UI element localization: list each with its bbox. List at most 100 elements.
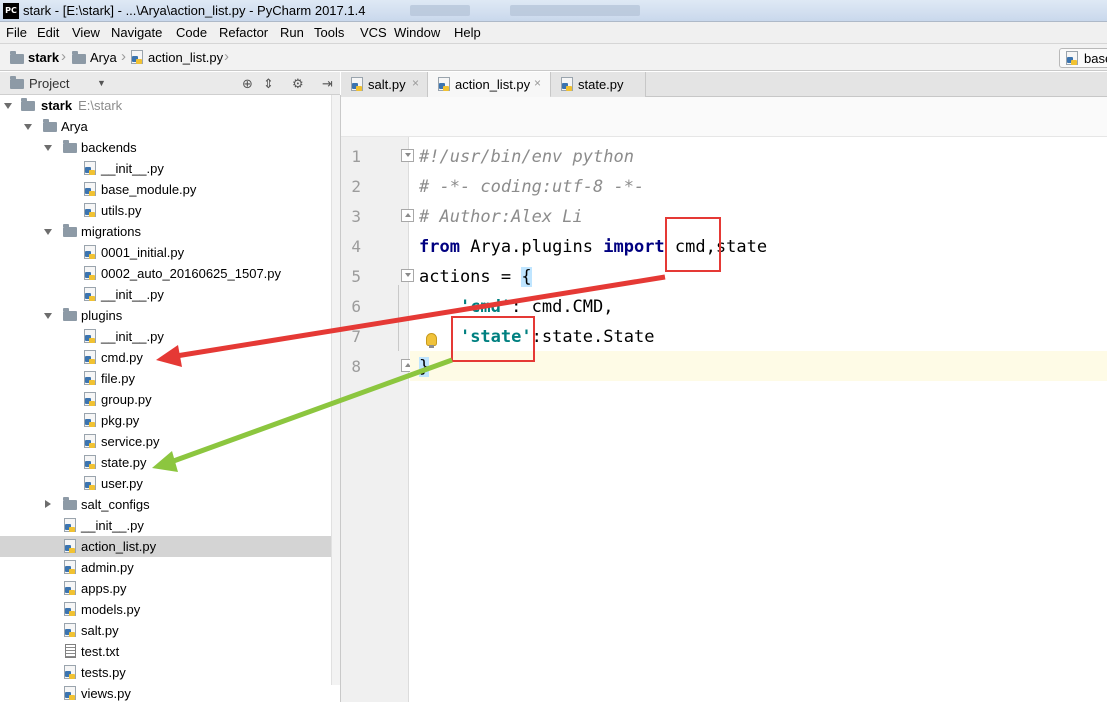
tree-item-stark[interactable]: stark E:\stark [0,95,340,116]
expand-arrow-icon[interactable] [24,124,32,130]
tree-item-file[interactable]: salt.py [0,620,340,641]
tree-item-file[interactable]: 0001_initial.py [0,242,340,263]
project-view-title[interactable]: Project [29,76,69,91]
menu-navigate[interactable]: Navigate [111,25,162,40]
line-number: 7 [351,327,361,346]
close-icon[interactable]: × [412,76,419,90]
tree-item-file[interactable]: apps.py [0,578,340,599]
scroll-from-source-icon[interactable]: ⊕ [242,76,253,92]
code-line-8: } [419,352,430,382]
python-file-icon [84,350,96,364]
tree-item-file[interactable]: user.py [0,473,340,494]
close-icon[interactable]: × [534,76,541,90]
tree-item-cmd[interactable]: cmd.py [0,347,340,368]
tree-item-action-list-selected[interactable]: action_list.py [0,536,340,557]
tree-item-file[interactable]: service.py [0,431,340,452]
tree-label: __init__.py [81,518,144,533]
tab-action-list-py[interactable]: action_list.py × [428,72,551,98]
tree-item-state[interactable]: state.py [0,452,340,473]
menu-tools[interactable]: Tools [314,25,344,40]
menu-file[interactable]: File [6,25,27,40]
tree-item-backends[interactable]: backends [0,137,340,158]
tree-item-file[interactable]: __init__.py [0,326,340,347]
tree-label: 0002_auto_20160625_1507.py [101,266,282,281]
expand-arrow-icon[interactable] [44,145,52,151]
breadcrumb-arya[interactable]: Arya [90,50,117,65]
tree-label: __init__.py [101,161,164,176]
python-file-icon [64,560,76,574]
tree-label: backends [81,140,137,155]
tree-label: user.py [101,476,143,491]
expand-arrow-icon[interactable] [4,103,12,109]
tree-label: utils.py [101,203,142,218]
python-file-icon [84,434,96,448]
tree-item-plugins[interactable]: plugins [0,305,340,326]
tree-item-arya[interactable]: Arya [0,116,340,137]
code-editor[interactable]: 1 2 3 4 5 6 7 8 #!/usr/bin/env python # … [341,137,1107,702]
tree-item-file[interactable]: utils.py [0,200,340,221]
folder-icon [43,119,57,132]
tree-item-file[interactable]: pkg.py [0,410,340,431]
code-rest: : cmd.CMD, [511,297,614,317]
code-line-2: # -*- coding:utf-8 -*- [419,172,644,202]
tab-state-py[interactable]: state.py [551,72,646,97]
python-file-icon [84,371,96,385]
tree-path: E:\stark [78,98,123,113]
run-config-selector[interactable]: base [1059,48,1107,68]
menu-run[interactable]: Run [280,25,304,40]
menu-help[interactable]: Help [454,25,481,40]
python-file-icon [84,203,96,217]
expand-arrow-icon[interactable] [44,229,52,235]
code-keyword: from [419,237,460,257]
tree-item-file[interactable]: 0002_auto_20160625_1507.py [0,263,340,284]
python-file-icon [64,602,76,616]
tree-item-file[interactable]: base_module.py [0,179,340,200]
gear-icon[interactable]: ⚙ [292,76,304,92]
tree-label: salt.py [81,623,119,638]
editor-tab-bar: salt.py × action_list.py × state.py [341,72,1107,98]
tab-salt-py[interactable]: salt.py × [341,72,428,97]
tree-item-file[interactable]: file.py [0,368,340,389]
menu-code[interactable]: Code [176,25,207,40]
code-rest: :state.State [531,327,655,347]
project-tree-scrollbar[interactable] [331,95,340,685]
menu-refactor[interactable]: Refactor [219,25,268,40]
tree-item-file[interactable]: models.py [0,599,340,620]
tree-item-migrations[interactable]: migrations [0,221,340,242]
annotation-box-state [451,316,535,362]
code-comment: # -*- coding:utf-8 -*- [419,177,645,197]
tree-item-file[interactable]: views.py [0,683,340,702]
fold-marker-icon[interactable] [401,209,414,222]
python-file-icon [131,50,143,64]
code-module: Arya.plugins [459,237,604,257]
tree-item-file[interactable]: __init__.py [0,515,340,536]
tree-item-file[interactable]: test.txt [0,641,340,662]
tree-label: base_module.py [101,182,197,197]
fold-marker-icon[interactable] [401,149,414,162]
chevron-down-icon[interactable]: ▼ [97,78,106,88]
breadcrumb-stark[interactable]: stark [28,50,59,65]
tree-label: apps.py [81,581,127,596]
tree-item-file[interactable]: admin.py [0,557,340,578]
hide-panel-icon[interactable]: ⇥ [322,76,333,92]
menu-window[interactable]: Window [394,25,440,40]
breadcrumb-action-list[interactable]: action_list.py [148,50,223,65]
folder-icon [21,98,35,111]
tree-item-file[interactable]: tests.py [0,662,340,683]
python-file-icon [64,539,76,553]
tree-item-file[interactable]: __init__.py [0,284,340,305]
tree-label: pkg.py [101,413,140,428]
collapsed-arrow-icon[interactable] [45,500,51,508]
tree-item-file[interactable]: __init__.py [0,158,340,179]
collapse-all-icon[interactable]: ⇕ [263,76,274,92]
menu-vcs[interactable]: VCS [360,25,387,40]
python-file-icon [84,476,96,490]
menu-view[interactable]: View [72,25,100,40]
tree-item-file[interactable]: group.py [0,389,340,410]
folder-icon [10,51,24,64]
menu-edit[interactable]: Edit [37,25,59,40]
python-file-icon [84,329,96,343]
fold-marker-icon[interactable] [401,269,414,282]
tree-item-salt-configs[interactable]: salt_configs [0,494,340,515]
expand-arrow-icon[interactable] [44,313,52,319]
